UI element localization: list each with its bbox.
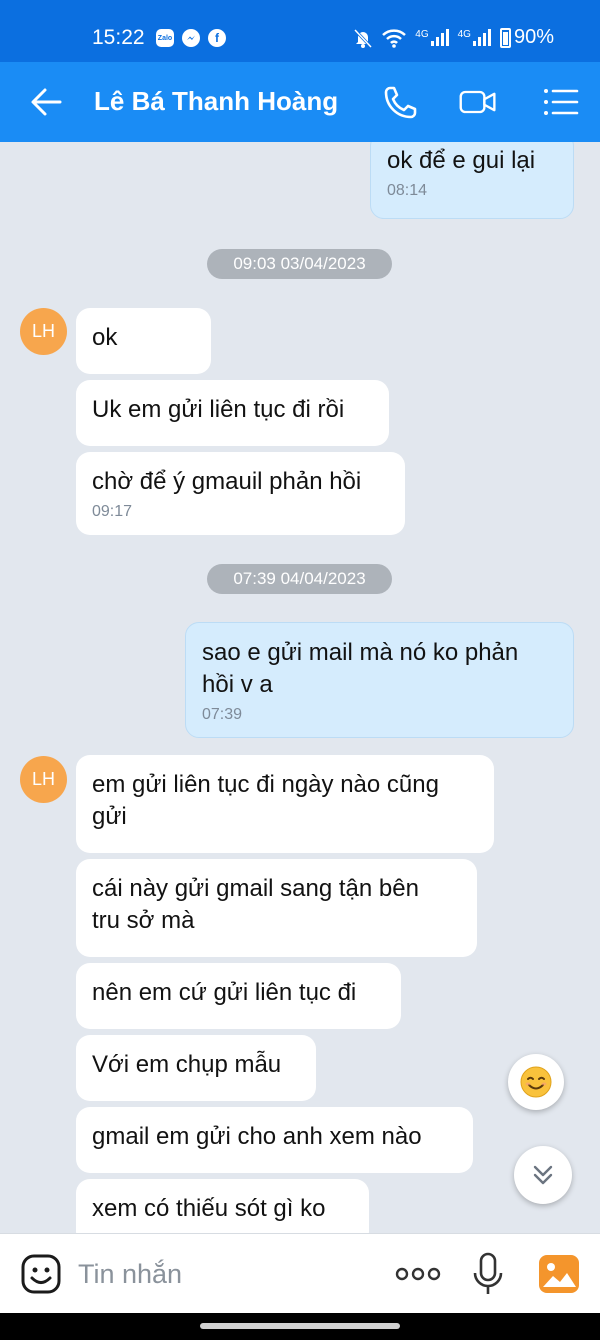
status-app-icons: Zalo f (156, 29, 226, 47)
message-composer (0, 1233, 600, 1313)
status-bar: 15:22 Zalo f 4G 4G 90% (0, 0, 600, 62)
message-text: ok để e gui lại (387, 147, 536, 174)
status-time: 15:22 (92, 26, 145, 49)
smiley-emoji-icon (520, 1066, 552, 1098)
sticker-emoji-icon[interactable] (20, 1253, 62, 1295)
message-text: gửi (92, 803, 127, 830)
message-text: Với em chụp mẫu (92, 1051, 282, 1078)
date-separator: 07:39 04/04/2023 (207, 564, 392, 594)
contact-name[interactable]: Lê Bá Thanh Hoàng (94, 86, 338, 117)
scroll-to-bottom-button[interactable] (514, 1146, 572, 1204)
message-text: tru sở mà (92, 907, 195, 934)
message-bubble-incoming[interactable]: nên em cứ gửi liên tục đi (76, 963, 401, 1029)
chat-header: Lê Bá Thanh Hoàng (0, 62, 600, 142)
battery-icon (499, 27, 511, 48)
message-time: 07:39 (202, 706, 243, 723)
network-type-1: 4G (415, 28, 429, 40)
message-time: 09:17 (92, 503, 133, 520)
home-indicator[interactable] (200, 1323, 400, 1329)
message-input[interactable] (78, 1254, 378, 1294)
phone-call-icon[interactable] (381, 82, 421, 122)
message-text: chờ để ý gmauil phản hồi (92, 468, 362, 495)
message-text: cái này gửi gmail sang tận bên (92, 875, 419, 902)
facebook-app-icon: f (208, 29, 226, 47)
message-text: ok (92, 324, 118, 351)
message-text: gmail em gửi cho anh xem nào (92, 1123, 422, 1150)
double-chevron-down-icon (533, 1165, 553, 1185)
message-bubble-incoming[interactable]: em gửi liên tục đi ngày nào cũng gửi (76, 755, 494, 853)
zalo-app-icon: Zalo (156, 29, 174, 47)
message-text: xem có thiếu sót gì ko (92, 1195, 326, 1222)
message-time: 08:14 (387, 182, 428, 199)
battery-percent: 90% (513, 26, 554, 48)
message-bubble-incoming[interactable]: gmail em gửi cho anh xem nào (76, 1107, 473, 1173)
message-text: nên em cứ gửi liên tục đi (92, 979, 357, 1006)
message-text: hồi v a (202, 671, 273, 698)
menu-list-icon[interactable] (540, 82, 580, 122)
message-bubble-incoming[interactable]: Với em chụp mẫu (76, 1035, 316, 1101)
network-type-2: 4G (457, 28, 471, 40)
message-text: Uk em gửi liên tục đi rồi (92, 396, 345, 423)
message-bubble-incoming[interactable]: xem có thiếu sót gì ko (76, 1179, 369, 1233)
video-call-icon[interactable] (458, 82, 498, 122)
contact-avatar[interactable]: LH (20, 308, 67, 355)
message-bubble-incoming[interactable]: ok (76, 308, 211, 374)
system-navigation-bar (0, 1313, 600, 1340)
signal-icon (430, 28, 449, 46)
mute-bell-icon (354, 28, 373, 48)
image-gallery-icon[interactable] (537, 1253, 581, 1295)
wifi-icon (382, 28, 407, 48)
messenger-app-icon (182, 29, 200, 47)
status-indicators: 4G 4G 90% (353, 26, 554, 49)
message-list[interactable]: ok để e gui lại 08:14 09:03 03/04/2023 L… (0, 142, 600, 1233)
more-options-icon[interactable] (394, 1260, 442, 1288)
message-text: em gửi liên tục đi ngày nào cũng (92, 771, 439, 798)
contact-avatar[interactable]: LH (20, 756, 67, 803)
signal-icon (472, 28, 491, 46)
message-bubble-incoming[interactable]: chờ để ý gmauil phản hồi 09:17 (76, 452, 405, 535)
date-separator: 09:03 03/04/2023 (207, 249, 392, 279)
message-bubble-incoming[interactable]: cái này gửi gmail sang tận bên tru sở mà (76, 859, 477, 957)
back-arrow-icon[interactable] (28, 84, 64, 120)
microphone-icon[interactable] (470, 1252, 506, 1298)
reaction-emoji-button[interactable] (508, 1054, 564, 1110)
message-bubble-outgoing[interactable]: ok để e gui lại 08:14 (370, 142, 574, 219)
message-text: sao e gửi mail mà nó ko phản (202, 639, 519, 666)
message-bubble-incoming[interactable]: Uk em gửi liên tục đi rồi (76, 380, 389, 446)
message-bubble-outgoing[interactable]: sao e gửi mail mà nó ko phản hồi v a 07:… (185, 622, 574, 738)
